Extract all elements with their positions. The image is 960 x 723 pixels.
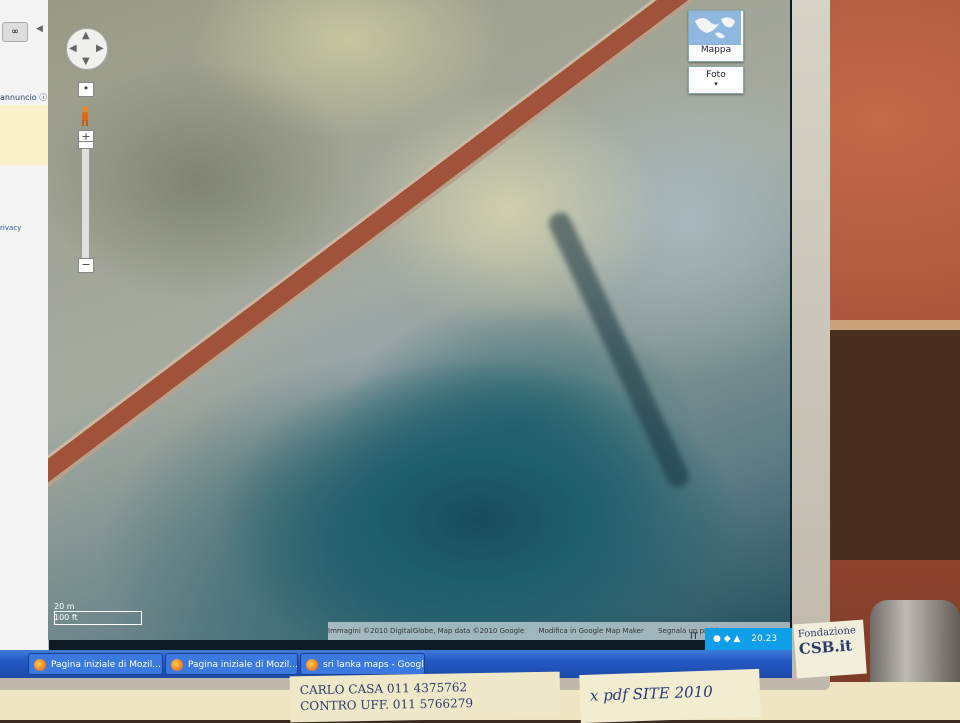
imagery-credit: Immagini ©2010 DigitalGlobe, Map data ©2… (328, 627, 525, 635)
shelf (830, 320, 960, 560)
task-label: Pagina iniziale di Mozil... (188, 660, 298, 670)
phone-note: CARLO CASA 011 4375762 CONTRO UFF. 011 5… (289, 671, 561, 723)
map-type-label: Mappa (700, 45, 732, 55)
zoom-out-button[interactable]: − (78, 258, 94, 273)
pdf-note: x pdf SITE 2010 (579, 668, 761, 723)
ad-label-text: annuncio (0, 93, 37, 102)
pan-left-icon[interactable]: ◀ (69, 44, 77, 54)
pan-up-icon[interactable]: ▲ (82, 31, 90, 41)
photo-label: Foto (706, 70, 726, 80)
note-line: CARLO CASA 011 4375762 (299, 680, 468, 698)
globe-icon (689, 11, 741, 45)
privacy-link[interactable]: rivacy (0, 224, 21, 232)
monitor-bezel: ∞ ◀ annuncio ⓘ rivacy ▲ ▼ ◀ ▶ • + − Mapp… (0, 0, 830, 690)
scale-metric: 20 m (54, 602, 75, 611)
firefox-icon (306, 659, 318, 671)
map-type-button[interactable]: Mappa (688, 10, 744, 62)
monitor-screen: ∞ ◀ annuncio ⓘ rivacy ▲ ▼ ◀ ▶ • + − Mapp… (0, 0, 792, 678)
tray-icons[interactable]: ● ◆ ▲ (713, 634, 740, 644)
ad-label[interactable]: annuncio ⓘ (0, 92, 47, 103)
ridge-shadow (545, 209, 693, 491)
chevron-down-icon: ▾ (714, 80, 718, 88)
taskbar-item-firefox-2[interactable]: Pagina iniziale di Mozil... (165, 653, 298, 675)
foundation-note: Fondazione CSB.it (793, 619, 867, 679)
language-indicator[interactable]: IT (690, 632, 698, 642)
taskbar-item-google-maps[interactable]: sri lanka maps - Googl... (300, 653, 425, 675)
scale-bar-graphic (54, 611, 142, 625)
taskbar-item-firefox-1[interactable]: Pagina iniziale di Mozil... (28, 653, 163, 675)
maps-sidebar: ∞ ◀ annuncio ⓘ rivacy (0, 0, 49, 650)
info-icon[interactable]: ⓘ (39, 93, 47, 102)
zoom-reset-button[interactable]: • (78, 82, 94, 97)
firefox-icon (171, 659, 183, 671)
photo-button[interactable]: Foto ▾ (688, 66, 744, 94)
clock[interactable]: 20.23 (751, 634, 777, 644)
pan-control[interactable]: ▲ ▼ ◀ ▶ (66, 28, 108, 70)
scale-bar: 20 m 100 ft (54, 602, 142, 625)
system-tray: ● ◆ ▲ 20.23 (705, 628, 792, 650)
ad-box (0, 105, 48, 165)
task-label: Pagina iniziale di Mozil... (51, 660, 161, 670)
task-label: sri lanka maps - Googl... (323, 660, 425, 670)
edit-in-map-maker-link[interactable]: Modifica in Google Map Maker (539, 627, 644, 635)
pan-down-icon[interactable]: ▼ (82, 57, 90, 67)
note-line: CSB.it (798, 636, 853, 659)
note-line: CONTRO UFF. 011 5766279 (300, 696, 474, 714)
collapse-sidebar-icon[interactable]: ◀ (36, 24, 43, 34)
satellite-map[interactable]: ▲ ▼ ◀ ▶ • + − Mappa Foto ▾ 20 m 100 ft I… (48, 0, 790, 640)
zoom-slider-handle[interactable] (78, 141, 94, 149)
pan-right-icon[interactable]: ▶ (96, 44, 104, 54)
zoom-slider-track[interactable] (81, 145, 90, 265)
firefox-icon (34, 659, 46, 671)
pegman-icon[interactable] (79, 105, 91, 127)
link-button[interactable]: ∞ (2, 22, 28, 42)
